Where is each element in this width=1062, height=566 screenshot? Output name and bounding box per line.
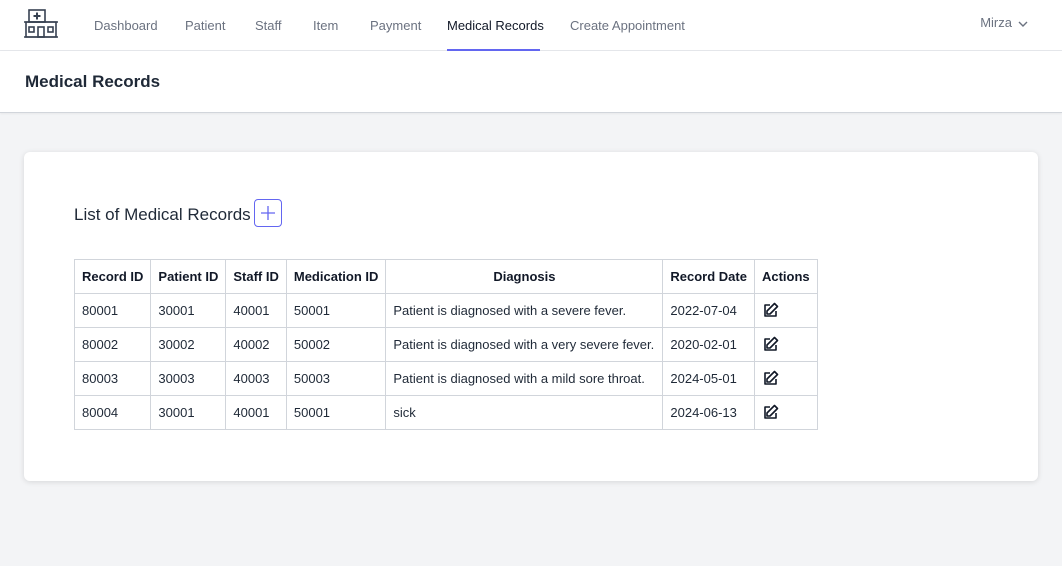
cell-medication-id: 50001	[285, 293, 387, 328]
cell-record-date: 2024-06-13	[662, 395, 755, 430]
cell-actions	[753, 395, 818, 430]
column-header-patient-id[interactable]: Patient ID	[150, 259, 227, 294]
table-row: 80002 30002 40002 50002 Patient is diagn…	[73, 327, 818, 362]
column-header-medication-id[interactable]: Medication ID	[285, 259, 387, 294]
edit-icon[interactable]	[762, 404, 779, 421]
medical-records-table: Record ID Patient ID Staff ID Medication…	[73, 259, 818, 430]
table-row: 80003 30003 40003 50003 Patient is diagn…	[73, 361, 818, 396]
table-header-row: Record ID Patient ID Staff ID Medication…	[73, 259, 818, 294]
column-header-record-date[interactable]: Record Date	[662, 259, 755, 294]
cell-staff-id: 40001	[225, 395, 287, 430]
page-title: Medical Records	[25, 72, 161, 91]
plus-icon	[261, 206, 275, 220]
edit-icon[interactable]	[762, 370, 779, 387]
cell-record-date: 2024-05-01	[662, 361, 755, 396]
medical-records-card: List of Medical Records Record ID Patien…	[24, 152, 1038, 481]
nav-item-staff[interactable]: Staff	[255, 0, 282, 51]
cell-actions	[753, 293, 818, 328]
nav-item-medical-records[interactable]: Medical Records	[447, 0, 544, 51]
cell-record-id: 80003	[73, 361, 152, 396]
table-row: 80001 30001 40001 50001 Patient is diagn…	[73, 293, 818, 328]
add-record-button[interactable]	[254, 199, 282, 227]
cell-record-date: 2022-07-04	[662, 293, 755, 328]
nav-item-dashboard[interactable]: Dashboard	[94, 0, 158, 51]
cell-diagnosis: Patient is diagnosed with a very severe …	[385, 327, 664, 362]
cell-medication-id: 50002	[285, 327, 387, 362]
cell-patient-id: 30002	[150, 327, 227, 362]
nav-item-patient[interactable]: Patient	[185, 0, 225, 51]
cell-patient-id: 30001	[150, 293, 227, 328]
cell-actions	[753, 327, 818, 362]
cell-record-id: 80004	[73, 395, 152, 430]
cell-record-date: 2020-02-01	[662, 327, 755, 362]
chevron-down-icon	[1018, 21, 1028, 27]
cell-record-id: 80002	[73, 327, 152, 362]
cell-actions	[753, 361, 818, 396]
table-row: 80004 30001 40001 50001 sick 2024-06-13	[73, 395, 818, 430]
nav-item-payment[interactable]: Payment	[370, 0, 421, 51]
top-navbar: Dashboard Patient Staff Item Payment Med…	[0, 0, 1062, 51]
cell-medication-id: 50001	[285, 395, 387, 430]
column-header-actions: Actions	[753, 259, 818, 294]
cell-staff-id: 40003	[225, 361, 287, 396]
column-header-diagnosis[interactable]: Diagnosis	[385, 259, 664, 294]
user-name: Mirza	[980, 15, 1012, 30]
cell-staff-id: 40002	[225, 327, 287, 362]
cell-record-id: 80001	[73, 293, 152, 328]
column-header-staff-id[interactable]: Staff ID	[225, 259, 287, 294]
edit-icon[interactable]	[762, 302, 779, 319]
hospital-icon[interactable]	[23, 8, 59, 39]
cell-patient-id: 30003	[150, 361, 227, 396]
column-header-record-id[interactable]: Record ID	[73, 259, 152, 294]
edit-icon[interactable]	[762, 336, 779, 353]
list-heading: List of Medical Records	[74, 205, 251, 224]
cell-staff-id: 40001	[225, 293, 287, 328]
cell-medication-id: 50003	[285, 361, 387, 396]
cell-diagnosis: sick	[385, 395, 664, 430]
nav-item-create-appointment[interactable]: Create Appointment	[570, 0, 685, 51]
page-header: Medical Records	[0, 51, 1062, 113]
cell-diagnosis: Patient is diagnosed with a severe fever…	[385, 293, 664, 328]
cell-diagnosis: Patient is diagnosed with a mild sore th…	[385, 361, 664, 396]
user-menu[interactable]: Mirza	[980, 0, 1028, 46]
nav-item-item[interactable]: Item	[313, 0, 338, 51]
cell-patient-id: 30001	[150, 395, 227, 430]
